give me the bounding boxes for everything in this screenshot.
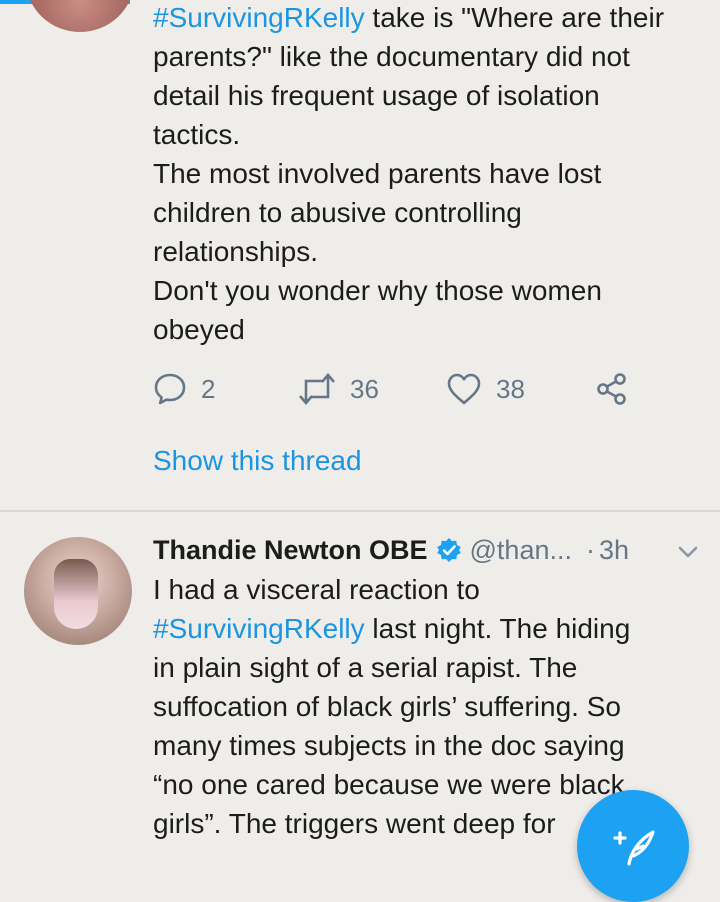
tweet-line: suffocation of black girls’ suffering. S… bbox=[153, 691, 621, 722]
tweet-line: in plain sight of a serial rapist. The bbox=[153, 652, 578, 683]
tweet-line: many times subjects in the doc saying bbox=[153, 730, 625, 761]
verified-badge-icon bbox=[436, 537, 462, 563]
hashtag-link[interactable]: #SurvivingRKelly bbox=[153, 2, 365, 33]
avatar-photo-figure bbox=[54, 559, 98, 629]
chevron-down-icon[interactable] bbox=[676, 540, 700, 569]
tweet-line: Don't you wonder why those women bbox=[153, 275, 602, 306]
separator-dot: · bbox=[585, 534, 595, 565]
tweet-line: tactics. bbox=[153, 119, 241, 150]
reply-count: 2 bbox=[201, 373, 216, 404]
retweet-icon bbox=[298, 372, 336, 406]
share-icon bbox=[595, 372, 629, 406]
tweet-line: children to abusive controlling bbox=[153, 197, 522, 228]
retweet-button[interactable]: 36 bbox=[298, 368, 379, 410]
avatar[interactable] bbox=[26, 0, 134, 32]
tweet-text: #SurvivingRKelly take is "Where are thei… bbox=[153, 0, 698, 349]
tweet-line: obeyed bbox=[153, 314, 245, 345]
tweet-header: Thandie Newton OBE @than... · 3h bbox=[153, 530, 629, 570]
tweet-line-text: take is "Where are their bbox=[364, 2, 665, 33]
user-handle[interactable]: @than... bbox=[470, 535, 572, 566]
like-button[interactable]: 38 bbox=[446, 368, 525, 410]
heart-icon bbox=[446, 372, 482, 406]
tweet-line: parents?" like the documentary did not bbox=[153, 41, 630, 72]
show-thread-link[interactable]: Show this thread bbox=[153, 443, 362, 479]
compose-tweet-button[interactable] bbox=[577, 790, 689, 902]
like-count: 38 bbox=[496, 373, 525, 404]
tweet-divider bbox=[0, 510, 720, 512]
retweet-count: 36 bbox=[350, 373, 379, 404]
tweet-line: detail his frequent usage of isolation bbox=[153, 80, 600, 111]
tweet-line: #SurvivingRKelly take is "Where are thei… bbox=[153, 0, 698, 37]
tweet-line: I had a visceral reaction to bbox=[153, 574, 480, 605]
tweet-timestamp[interactable]: 3h bbox=[599, 535, 629, 566]
tweet-line: #SurvivingRKelly last night. The hiding bbox=[153, 609, 698, 648]
display-name[interactable]: Thandie Newton OBE bbox=[153, 535, 428, 566]
avatar[interactable] bbox=[24, 537, 132, 645]
share-button[interactable] bbox=[595, 368, 629, 410]
tweet-actions: 2 36 38 bbox=[153, 368, 633, 410]
tweet-line: relationships. bbox=[153, 236, 318, 267]
tweet-line: The most involved parents have lost bbox=[153, 158, 602, 189]
tweet-line-text: last night. The hiding bbox=[364, 613, 631, 644]
reply-icon bbox=[153, 372, 187, 406]
hashtag-link[interactable]: #SurvivingRKelly bbox=[153, 613, 365, 644]
reply-button[interactable]: 2 bbox=[153, 368, 215, 410]
